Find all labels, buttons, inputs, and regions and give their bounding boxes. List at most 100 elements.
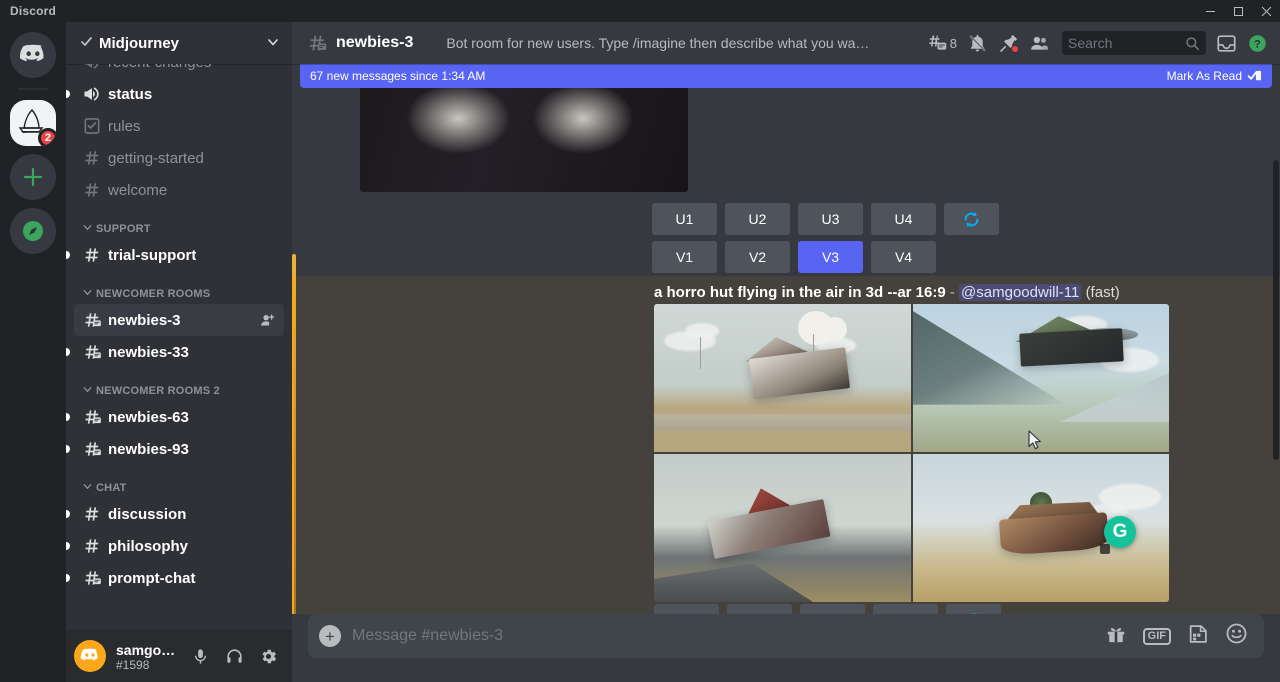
gif-button[interactable]: GIF bbox=[1143, 628, 1171, 645]
direct-messages-button[interactable] bbox=[10, 32, 56, 78]
midjourney-server-button[interactable]: 2 bbox=[10, 100, 56, 146]
new-messages-bar[interactable]: 67 new messages since 1:34 AM Mark As Re… bbox=[300, 64, 1272, 88]
channel-name: getting-started bbox=[108, 150, 204, 167]
app-title: Discord bbox=[10, 4, 56, 18]
sidebar-item-rules[interactable]: rules bbox=[74, 110, 284, 142]
avatar[interactable] bbox=[74, 640, 106, 672]
messages-viewport: U1 U2 U3 U4 V1 V2 V3 V4 bbox=[292, 64, 1280, 614]
channel-category-support[interactable]: SUPPORT bbox=[66, 206, 292, 239]
chevron-down-icon[interactable] bbox=[266, 35, 280, 52]
sidebar-item-prompt-chat[interactable]: prompt-chat bbox=[74, 562, 284, 594]
user-mention[interactable]: @samgoodwill-11 bbox=[959, 284, 1081, 301]
discord-avatar-icon bbox=[80, 646, 100, 666]
message-composer[interactable]: + Message #newbies-3 GIF bbox=[308, 614, 1264, 658]
sticker-button[interactable] bbox=[1187, 623, 1209, 650]
header-actions: 8 bbox=[923, 31, 1272, 55]
button-v2-top[interactable]: V2 bbox=[725, 241, 790, 273]
sidebar-item-newbies-63[interactable]: newbies-63 bbox=[74, 401, 284, 433]
button-u3[interactable]: U3 bbox=[800, 604, 865, 614]
channel-category-newcomer-rooms-2[interactable]: NEWCOMER ROOMS 2 bbox=[66, 368, 292, 401]
close-icon[interactable] bbox=[1252, 0, 1280, 22]
pinned-messages-button[interactable] bbox=[994, 31, 1023, 55]
attach-button[interactable]: + bbox=[308, 614, 352, 658]
threads-count: 8 bbox=[950, 36, 957, 51]
username: samgoodw... bbox=[116, 641, 182, 659]
message-input[interactable]: Message #newbies-3 bbox=[352, 627, 1105, 645]
button-u1-top[interactable]: U1 bbox=[652, 203, 717, 235]
user-settings-button[interactable] bbox=[252, 640, 284, 672]
sidebar-item-status[interactable]: status bbox=[74, 78, 284, 110]
verified-check-icon bbox=[80, 35, 93, 51]
channel-topic[interactable]: Bot room for new users. Type /imagine th… bbox=[446, 35, 876, 51]
maximize-icon[interactable] bbox=[1224, 0, 1252, 22]
messages-scrollbar[interactable] bbox=[1272, 64, 1280, 614]
button-v4-top[interactable]: V4 bbox=[871, 241, 936, 273]
channel-category-newcomer-rooms[interactable]: NEWCOMER ROOMS bbox=[66, 271, 292, 304]
generated-image-3[interactable] bbox=[654, 454, 911, 602]
generated-image-1[interactable] bbox=[654, 304, 911, 452]
upscale-button-row-top: U1 U2 U3 U4 bbox=[652, 203, 999, 235]
guild-header-button[interactable]: Midjourney bbox=[66, 22, 292, 64]
inbox-button[interactable] bbox=[1212, 31, 1241, 55]
button-u1[interactable]: U1 bbox=[654, 604, 719, 614]
sidebar-item-discussion[interactable]: discussion bbox=[74, 498, 284, 530]
button-u2[interactable]: U2 bbox=[727, 604, 792, 614]
announcement-icon bbox=[82, 84, 102, 104]
add-member-icon[interactable] bbox=[259, 312, 276, 329]
channel-name: discussion bbox=[108, 506, 186, 523]
help-button[interactable]: ? bbox=[1243, 31, 1272, 55]
channel-list-scroll[interactable]: recent-changesstatusrules getting-started… bbox=[66, 64, 292, 630]
grammarly-label: G bbox=[1113, 521, 1128, 543]
sidebar-item-newbies-3[interactable]: newbies-3 bbox=[74, 304, 284, 336]
button-u3-top[interactable]: U3 bbox=[798, 203, 863, 235]
channel-category-chat[interactable]: CHAT bbox=[66, 465, 292, 498]
generated-image-2[interactable] bbox=[913, 304, 1170, 452]
button-v3-top[interactable]: V3 bbox=[798, 241, 863, 273]
button-u4-top[interactable]: U4 bbox=[871, 203, 936, 235]
minimize-icon[interactable] bbox=[1196, 0, 1224, 22]
sidebar-item-recent-changes[interactable]: recent-changes bbox=[74, 64, 284, 78]
threads-button[interactable]: 8 bbox=[923, 31, 961, 55]
inbox-icon bbox=[1216, 33, 1237, 54]
add-server-button[interactable] bbox=[10, 154, 56, 200]
mark-as-read-button[interactable]: Mark As Read bbox=[1167, 69, 1262, 84]
sidebar-item-getting-started[interactable]: getting-started bbox=[74, 142, 284, 174]
channel-category-label: NEWCOMER ROOMS bbox=[96, 288, 210, 300]
gift-button[interactable] bbox=[1105, 623, 1127, 650]
scrollbar-thumb[interactable] bbox=[1273, 160, 1279, 460]
button-u4[interactable]: U4 bbox=[873, 604, 938, 614]
explore-servers-button[interactable] bbox=[10, 208, 56, 254]
notification-settings-button[interactable] bbox=[963, 31, 992, 55]
mute-button[interactable] bbox=[184, 640, 216, 672]
chevron-down-icon bbox=[82, 384, 93, 397]
channel-name: prompt-chat bbox=[108, 570, 196, 587]
user-meta[interactable]: samgoodw... #1598 bbox=[116, 641, 182, 672]
hash-thread-icon bbox=[82, 407, 102, 427]
member-list-button[interactable] bbox=[1025, 31, 1054, 55]
generated-image-grid[interactable] bbox=[654, 304, 1169, 602]
search-input-wrap[interactable] bbox=[1062, 31, 1206, 55]
unread-dot bbox=[66, 90, 70, 98]
sidebar-item-welcome[interactable]: welcome bbox=[74, 174, 284, 206]
sidebar-item-trial-support[interactable]: trial-support bbox=[74, 239, 284, 271]
sidebar-item-philosophy[interactable]: philosophy bbox=[74, 530, 284, 562]
button-v1-top[interactable]: V1 bbox=[652, 241, 717, 273]
hash-icon bbox=[82, 148, 102, 168]
sidebar-item-newbies-33[interactable]: newbies-33 bbox=[74, 336, 284, 368]
button-u2-top[interactable]: U2 bbox=[725, 203, 790, 235]
emoji-icon bbox=[1225, 622, 1248, 645]
microphone-icon bbox=[191, 647, 210, 666]
sidebar-item-newbies-93[interactable]: newbies-93 bbox=[74, 433, 284, 465]
reroll-button-top[interactable] bbox=[944, 203, 999, 235]
chevron-down-icon bbox=[82, 222, 93, 235]
grammarly-button[interactable]: G bbox=[1104, 516, 1136, 548]
emoji-button[interactable] bbox=[1225, 622, 1248, 650]
channel-name: newbies-33 bbox=[108, 344, 189, 361]
guild-name: Midjourney bbox=[99, 35, 179, 52]
headphones-icon bbox=[225, 647, 244, 666]
unread-dot bbox=[66, 251, 70, 259]
deafen-button[interactable] bbox=[218, 640, 250, 672]
sticker-icon bbox=[1187, 623, 1209, 645]
search-input[interactable] bbox=[1068, 35, 1185, 51]
reroll-button[interactable] bbox=[946, 604, 1001, 614]
